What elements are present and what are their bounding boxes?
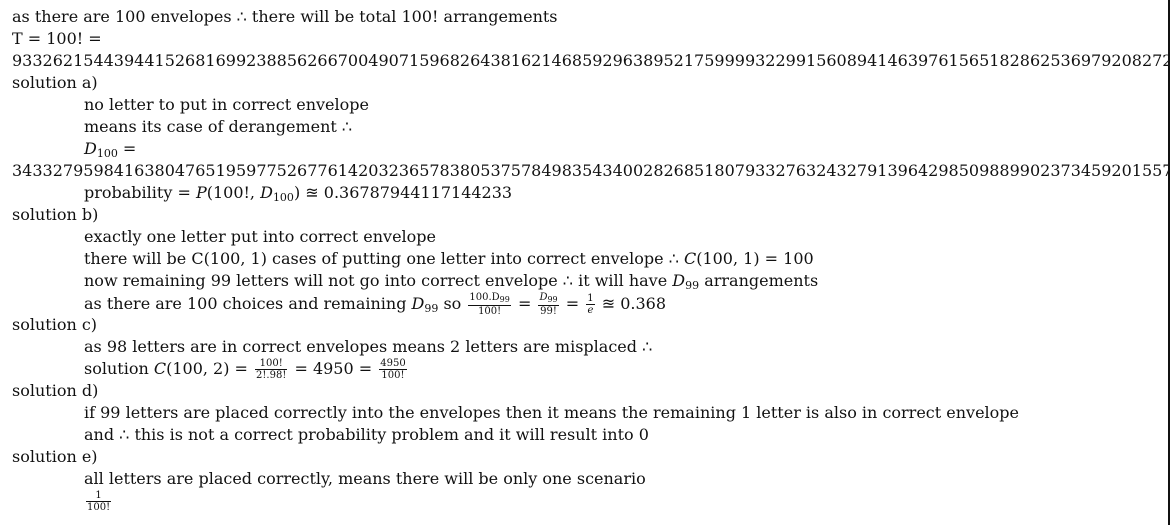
- fraction-100fact-over-2fact98fact: 100! 2!.98!: [255, 358, 288, 381]
- probability-a-p: P: [195, 183, 207, 202]
- fraction-3-denominator: e: [587, 305, 594, 316]
- probability-a-value: ≊ 0.36787944117144233: [300, 183, 513, 202]
- d100-equals: =: [117, 139, 137, 158]
- solution-c-line-2-args: (100, 2) =: [166, 359, 254, 378]
- fraction-e-numerator: 1: [86, 490, 112, 502]
- solution-a-line-1: no letter to put in correct envelope: [84, 95, 369, 114]
- fraction-4950-over-100fact: 4950 100!: [379, 358, 407, 381]
- d100-subscript: 100: [96, 147, 118, 160]
- solution-d-line-2: and ∴ this is not a correct probability …: [84, 425, 649, 444]
- solution-b-line-3-d: D: [672, 271, 686, 290]
- fraction-c1-numerator: 100!: [255, 358, 288, 370]
- solution-e-line-1: all letters are placed correctly, means …: [84, 469, 646, 488]
- solution-b-line-4-approx: ≊ 0.368: [596, 294, 666, 313]
- fraction-c2-numerator: 4950: [379, 358, 407, 370]
- fraction-1-over-e: 1e: [586, 293, 595, 316]
- solution-document: as there are 100 envelopes ∴ there will …: [0, 0, 1170, 525]
- solution-a-line-2: means its case of derangement ∴: [84, 117, 353, 136]
- solution-b-line-4-eq1: =: [512, 294, 537, 313]
- solution-b-line-2-c: C: [683, 249, 697, 268]
- d100-equation-line: D100 =: [84, 138, 136, 160]
- probability-a-prefix: probability =: [84, 183, 196, 202]
- fraction-3-numerator: 1: [586, 293, 595, 305]
- solution-c-heading: solution c): [12, 315, 98, 334]
- fraction-c2-denominator: 100!: [381, 370, 405, 381]
- probability-a-args: (100!,: [206, 183, 261, 202]
- intro-line: as there are 100 envelopes ∴ there will …: [12, 7, 558, 26]
- solution-b-line-2-text: there will be C(100, 1) cases of putting…: [84, 249, 684, 268]
- fraction-e-denominator: 100!: [87, 502, 111, 513]
- solution-c-line-2: solution C(100, 2) = 100! 2!.98! = 4950 =…: [84, 358, 409, 381]
- solution-b-line-4-text: as there are 100 choices and remaining: [84, 294, 412, 313]
- d100-symbol: D: [84, 139, 97, 158]
- d100-value-line: 3433279598416380476519597752677614203236…: [12, 161, 1170, 180]
- fraction-1-over-100fact: 1 100!: [86, 490, 112, 513]
- fraction-1-numerator: 100.D: [469, 292, 500, 303]
- solution-b-heading: solution b): [12, 205, 99, 224]
- solution-b-line-2-rest: (100, 1) = 100: [696, 249, 814, 268]
- fraction-c1-denominator: 2!.98!: [256, 370, 287, 381]
- solution-d-heading: solution d): [12, 381, 99, 400]
- solution-b-line-3-rest: arrangements: [699, 271, 819, 290]
- solution-c-line-2-c: C: [153, 359, 167, 378]
- fraction-2-numerator-sub: 99: [547, 295, 558, 304]
- probability-a-d-sub: 100: [272, 191, 294, 204]
- fraction-1-denominator: 100!: [478, 306, 502, 317]
- fraction-100d99-over-100fact: 100.D99 100!: [468, 292, 511, 317]
- solution-e-heading: solution e): [12, 447, 98, 466]
- solution-c-line-2-text: solution: [84, 359, 154, 378]
- solution-b-line-4-sub: 99: [424, 302, 439, 315]
- solution-c-line-2-mid: = 4950 =: [289, 359, 378, 378]
- solution-b-line-3-sub: 99: [685, 279, 700, 292]
- solution-b-line-4: as there are 100 choices and remaining D…: [84, 292, 666, 317]
- solution-b-line-2: there will be C(100, 1) cases of putting…: [84, 248, 814, 270]
- solution-b-line-4-so: so: [438, 294, 467, 313]
- t-equation-line: T = 100! =: [12, 29, 102, 48]
- solution-b-line-1: exactly one letter put into correct enve…: [84, 227, 437, 246]
- solution-b-line-3: now remaining 99 letters will not go int…: [84, 270, 818, 292]
- solution-e-line-2: 1 100!: [84, 490, 113, 518]
- t-value-line: 9332621544394415268169923885626670049071…: [12, 51, 1170, 70]
- fraction-2-denominator: 99!: [540, 306, 557, 317]
- solution-d-line-1: if 99 letters are placed correctly into …: [84, 403, 1020, 422]
- fraction-d99-over-99fact: D99 99!: [538, 292, 559, 317]
- solution-b-line-4-d: D: [411, 294, 425, 313]
- solution-c-line-1: as 98 letters are in correct envelopes m…: [84, 337, 653, 356]
- solution-a-heading: solution a): [12, 73, 98, 92]
- probability-a-d: D: [260, 183, 273, 202]
- solution-b-line-4-eq2: =: [560, 294, 585, 313]
- probability-a-line: probability = P(100!, D100) ≊ 0.36787944…: [84, 182, 512, 204]
- solution-b-line-3-text: now remaining 99 letters will not go int…: [84, 271, 673, 290]
- fraction-1-numerator-sub: 99: [499, 295, 510, 304]
